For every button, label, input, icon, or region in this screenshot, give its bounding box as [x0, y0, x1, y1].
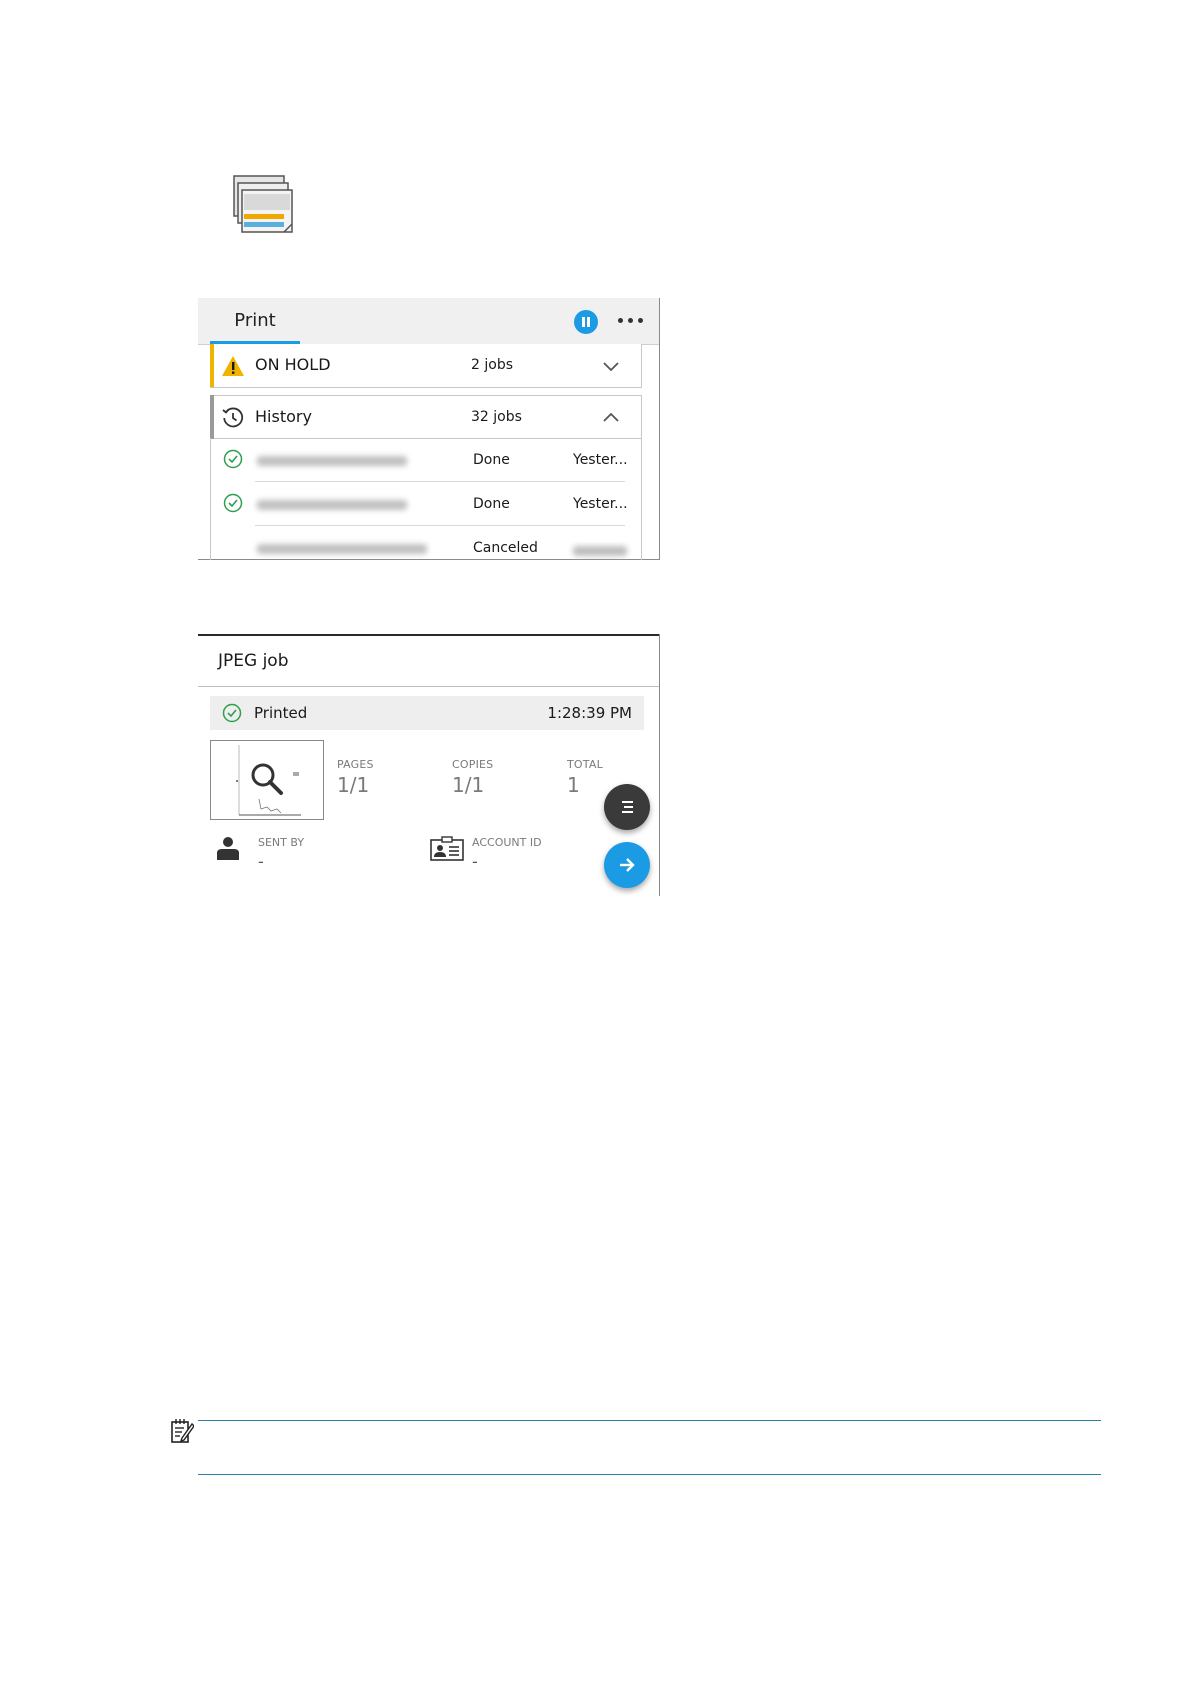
check-circle-icon — [223, 493, 243, 513]
stat-pages: PAGES 1/1 — [337, 758, 374, 797]
job-status-bar: Printed 1:28:39 PM — [210, 696, 644, 730]
meta-label: ACCOUNT ID — [472, 836, 542, 849]
stat-value: 1/1 — [452, 773, 485, 797]
user-icon — [216, 836, 240, 866]
job-preview-thumbnail[interactable] — [210, 740, 324, 820]
arrow-right-icon — [620, 858, 635, 872]
status-time: 1:28:39 PM — [547, 704, 632, 722]
job-details-button[interactable] — [604, 784, 650, 830]
panel-border — [659, 634, 660, 896]
history-job-list: Done Yester... Done Yester... Canceled — [210, 438, 642, 560]
dot-icon — [628, 318, 633, 323]
list-item[interactable]: Done Yester... — [211, 482, 641, 526]
group-label: History — [255, 407, 312, 426]
history-clock-icon — [221, 406, 245, 430]
divider — [198, 686, 659, 687]
tab-print-label: Print — [234, 310, 276, 331]
stat-copies: COPIES 1/1 — [452, 758, 493, 797]
job-date-blurred — [573, 546, 627, 556]
meta-value: - — [258, 852, 264, 871]
group-row-on-hold[interactable]: ON HOLD 2 jobs — [210, 344, 642, 388]
pause-button[interactable] — [574, 310, 598, 334]
chevron-up-icon[interactable] — [601, 408, 621, 428]
tab-print[interactable]: Print — [210, 298, 300, 345]
note-divider-bottom — [198, 1474, 1101, 1475]
history-accent-bar — [210, 395, 214, 439]
list-item[interactable]: Canceled — [211, 526, 641, 560]
stat-value: 1 — [567, 773, 580, 797]
job-date: Yester... — [573, 496, 628, 512]
group-count: 32 jobs — [471, 409, 522, 425]
note-divider-top — [198, 1420, 1101, 1421]
dot-icon — [638, 318, 643, 323]
chevron-down-icon[interactable] — [601, 356, 621, 376]
meta-value: - — [472, 852, 478, 871]
page-title: JPEG job — [218, 651, 289, 671]
print-header: Print — [198, 298, 659, 345]
group-row-history[interactable]: History 32 jobs — [210, 395, 642, 439]
check-circle-icon — [223, 449, 243, 469]
warning-accent-bar — [210, 344, 214, 387]
print-queue-panel: Print ON HOLD 2 jobs History 32 jobs Don… — [198, 298, 660, 560]
job-queue-icon — [232, 174, 296, 238]
job-name-blurred — [257, 544, 427, 554]
job-name-blurred — [257, 500, 407, 510]
more-options-button[interactable] — [616, 308, 646, 332]
stat-value: 1/1 — [337, 773, 370, 797]
job-date: Yester... — [573, 452, 628, 468]
job-name-blurred — [257, 456, 407, 466]
stat-total: TOTAL 1 — [567, 758, 603, 797]
job-status: Done — [473, 496, 510, 512]
job-status: Done — [473, 452, 510, 468]
group-count: 2 jobs — [471, 357, 513, 373]
job-status: Canceled — [473, 540, 538, 556]
check-circle-icon — [222, 703, 242, 723]
job-detail-panel: JPEG job Printed 1:28:39 PM PAGES 1/1 CO… — [198, 634, 660, 896]
next-arrow-button[interactable] — [604, 842, 650, 888]
meta-label: SENT BY — [258, 836, 305, 849]
id-card-icon — [430, 836, 464, 866]
stat-label: PAGES — [337, 758, 374, 771]
list-item[interactable]: Done Yester... — [211, 438, 641, 482]
note-icon — [170, 1418, 195, 1444]
group-label: ON HOLD — [255, 355, 331, 374]
stat-label: TOTAL — [567, 758, 603, 771]
status-text: Printed — [254, 704, 308, 722]
list-icon — [622, 801, 633, 813]
magnifier-icon — [251, 763, 283, 795]
dot-icon — [618, 318, 623, 323]
panel-border — [659, 298, 660, 560]
warning-icon — [221, 354, 245, 378]
stat-label: COPIES — [452, 758, 494, 771]
